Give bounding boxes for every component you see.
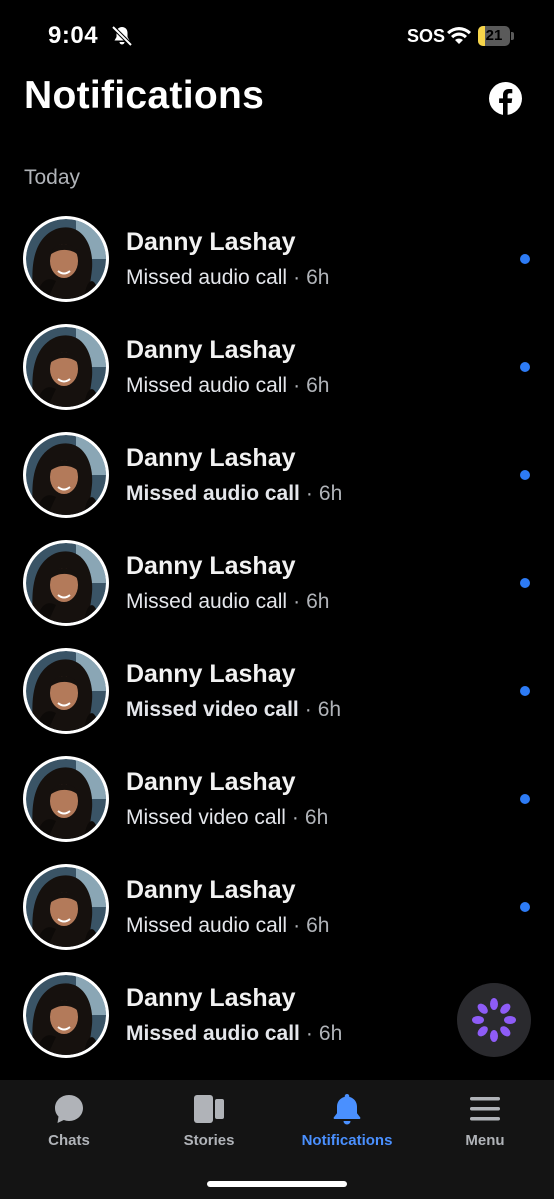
notification-action: Missed audio call <box>126 482 300 505</box>
notification-subtitle: Missed audio call · 6h <box>126 482 342 506</box>
tab-menu-label: Menu <box>465 1132 505 1149</box>
notification-row[interactable]: Danny Lashay Missed audio call · 6h <box>0 216 554 324</box>
notification-subtitle: Missed audio call · 6h <box>126 266 329 290</box>
notification-time: 6h <box>306 590 330 613</box>
notification-time: 6h <box>306 914 330 937</box>
tab-stories[interactable]: Stories <box>140 1080 278 1160</box>
avatar[interactable] <box>23 324 109 410</box>
notification-time: 6h <box>318 482 343 505</box>
unread-indicator <box>520 578 530 588</box>
notification-time: 6h <box>306 374 330 397</box>
unread-indicator <box>520 686 530 696</box>
avatar-photo <box>26 975 106 1055</box>
avatar[interactable] <box>23 756 109 842</box>
notification-row[interactable]: Danny Lashay Missed video call · 6h <box>0 648 554 756</box>
tab-menu[interactable]: Menu <box>416 1080 554 1160</box>
notifications-screen: 9:04 SOS 21 Notifications Today Danny La… <box>0 0 554 1199</box>
notification-row[interactable]: Danny Lashay Missed video call · 6h <box>0 756 554 864</box>
notification-name: Danny Lashay <box>126 876 296 904</box>
notification-action: Missed video call <box>126 806 286 829</box>
notification-time: 6h <box>304 806 329 829</box>
notification-separator: · <box>293 590 301 613</box>
tab-notifications[interactable]: Notifications <box>278 1080 416 1160</box>
unread-indicator <box>520 902 530 912</box>
notification-list: Danny Lashay Missed audio call · 6h Danny … <box>0 216 554 1080</box>
unread-indicator <box>520 362 530 372</box>
notification-name: Danny Lashay <box>126 552 296 580</box>
notification-action: Missed audio call <box>126 590 288 613</box>
notification-name: Danny Lashay <box>126 984 296 1012</box>
notification-subtitle: Missed video call · 6h <box>126 806 328 830</box>
avatar[interactable] <box>23 648 109 734</box>
unread-indicator <box>520 254 530 264</box>
avatar-photo <box>26 219 106 299</box>
tab-stories-label: Stories <box>183 1132 235 1149</box>
notification-action: Missed audio call <box>126 914 288 937</box>
notification-separator: · <box>293 914 301 937</box>
notification-separator: · <box>291 806 299 829</box>
section-label-today: Today <box>24 166 81 189</box>
tab-notifications-label: Notifications <box>301 1132 393 1149</box>
avatar-photo <box>26 435 106 515</box>
avatar-photo <box>26 651 106 731</box>
notification-separator: · <box>305 1022 313 1045</box>
notification-subtitle: Missed video call · 6h <box>126 698 341 722</box>
notification-name: Danny Lashay <box>126 768 296 796</box>
bell-icon <box>333 1094 361 1125</box>
notification-row[interactable]: Danny Lashay Missed audio call · 6h <box>0 432 554 540</box>
avatar[interactable] <box>23 216 109 302</box>
tab-chats-label: Chats <box>48 1132 90 1149</box>
facebook-icon[interactable] <box>489 82 522 115</box>
notification-subtitle: Missed audio call · 6h <box>126 374 329 398</box>
notification-action: Missed audio call <box>126 374 288 397</box>
notification-subtitle: Missed audio call · 6h <box>126 590 329 614</box>
notification-subtitle: Missed audio call · 6h <box>126 914 329 938</box>
stories-icon <box>194 1095 224 1123</box>
notification-subtitle: Missed audio call · 6h <box>126 1022 342 1046</box>
unread-indicator <box>520 470 530 480</box>
page-title: Notifications <box>24 74 265 117</box>
notification-row[interactable]: Danny Lashay Missed audio call · 6h <box>0 324 554 432</box>
tab-chats[interactable]: Chats <box>0 1080 138 1160</box>
notification-separator: · <box>305 482 313 505</box>
notification-name: Danny Lashay <box>126 228 296 256</box>
notification-separator: · <box>293 374 301 397</box>
notification-name: Danny Lashay <box>126 660 296 688</box>
carrier-label: SOS <box>407 26 446 46</box>
meta-ai-icon <box>472 998 516 1042</box>
notification-action: Missed audio call <box>126 266 288 289</box>
avatar[interactable] <box>23 540 109 626</box>
home-indicator <box>207 1181 347 1187</box>
hamburger-menu-icon <box>470 1097 500 1121</box>
avatar[interactable] <box>23 972 109 1058</box>
notification-name: Danny Lashay <box>126 336 296 364</box>
notification-separator: · <box>304 698 312 721</box>
notification-action: Missed audio call <box>126 1022 300 1045</box>
status-bar: 9:04 SOS 21 <box>0 0 554 72</box>
notification-row[interactable]: Danny Lashay Missed audio call · 6h <box>0 864 554 972</box>
battery-icon: 21 <box>478 26 514 46</box>
avatar-photo <box>26 327 106 407</box>
notification-time: 6h <box>318 1022 343 1045</box>
battery-level: 21 <box>485 27 503 44</box>
avatar-photo <box>26 543 106 623</box>
notification-time: 6h <box>317 698 342 721</box>
notification-time: 6h <box>306 266 330 289</box>
bell-slash-icon <box>111 25 133 47</box>
notification-row[interactable]: Danny Lashay Missed audio call · 6h <box>0 540 554 648</box>
wifi-icon <box>447 27 471 44</box>
notification-name: Danny Lashay <box>126 444 296 472</box>
notification-separator: · <box>293 266 301 289</box>
meta-ai-button[interactable] <box>457 983 531 1057</box>
unread-indicator <box>520 794 530 804</box>
avatar-photo <box>26 867 106 947</box>
avatar[interactable] <box>23 864 109 950</box>
avatar-photo <box>26 759 106 839</box>
status-time: 9:04 <box>48 22 99 49</box>
chat-bubble-icon <box>55 1095 83 1123</box>
avatar[interactable] <box>23 432 109 518</box>
notification-action: Missed video call <box>126 698 299 721</box>
